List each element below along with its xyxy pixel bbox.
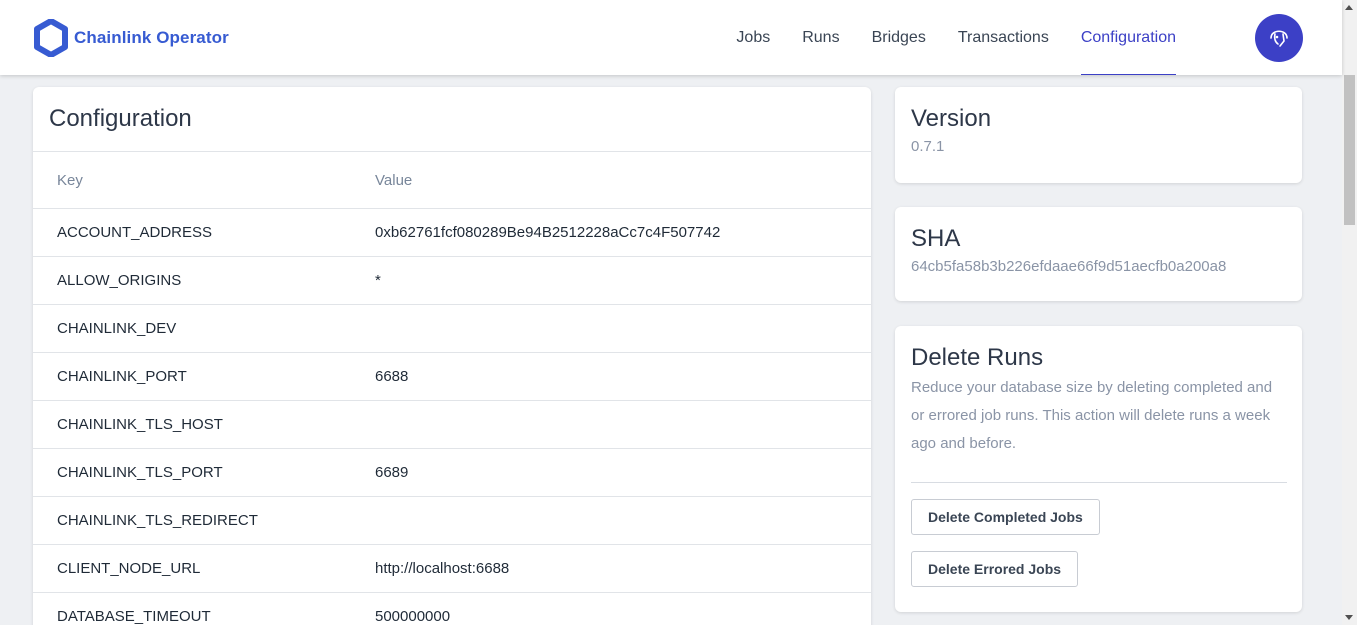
brand-name: Chainlink Operator (74, 28, 229, 47)
brand-logo-link[interactable]: Chainlink Operator (34, 19, 229, 57)
column-header-key: Key (57, 171, 83, 189)
page-scrollbar[interactable] (1342, 0, 1357, 625)
main-nav: Jobs Runs Bridges Transactions Configura… (736, 0, 1208, 75)
config-value: * (375, 272, 381, 289)
nav-jobs[interactable]: Jobs (736, 0, 770, 75)
config-key: CHAINLINK_TLS_REDIRECT (57, 512, 258, 529)
nav-transactions[interactable]: Transactions (958, 0, 1049, 75)
account-avatar-button[interactable] (1255, 14, 1303, 62)
chainlink-hexagon-icon (34, 19, 68, 57)
delete-completed-jobs-button[interactable]: Delete Completed Jobs (911, 499, 1100, 535)
table-row: CHAINLINK_PORT 6688 (33, 353, 871, 401)
version-value: 0.7.1 (911, 138, 945, 155)
table-row: CHAINLINK_TLS_REDIRECT (33, 497, 871, 545)
column-header-value: Value (375, 171, 413, 189)
config-key: CHAINLINK_TLS_PORT (57, 464, 223, 481)
table-row: CLIENT_NODE_URL http://localhost:6688 (33, 545, 871, 593)
table-row: DATABASE_TIMEOUT 500000000 (33, 593, 871, 625)
sha-title: SHA (911, 225, 961, 252)
version-card: Version 0.7.1 (895, 87, 1302, 183)
divider (911, 482, 1287, 483)
config-key: CHAINLINK_TLS_HOST (57, 416, 223, 433)
table-row: CHAINLINK_DEV (33, 305, 871, 353)
nav-configuration[interactable]: Configuration (1080, 0, 1177, 75)
config-value: 6688 (375, 368, 409, 385)
scroll-up-arrow-icon[interactable] (1345, 5, 1353, 10)
config-key: CHAINLINK_PORT (57, 368, 187, 385)
delete-errored-jobs-button[interactable]: Delete Errored Jobs (911, 551, 1079, 587)
config-key: CLIENT_NODE_URL (57, 560, 201, 577)
delete-runs-title: Delete Runs (911, 344, 1044, 371)
table-row: ACCOUNT_ADDRESS 0xb62761fcf080289Be94B25… (33, 209, 871, 257)
delete-runs-card: Delete Runs Reduce your database size by… (895, 326, 1302, 612)
config-key: CHAINLINK_DEV (57, 320, 177, 337)
table-row: CHAINLINK_TLS_PORT 6689 (33, 449, 871, 497)
nav-bridges[interactable]: Bridges (872, 0, 926, 75)
version-title: Version (911, 105, 992, 132)
config-value: 6689 (375, 464, 409, 481)
table-row: CHAINLINK_TLS_HOST (33, 401, 871, 449)
configuration-table: Key Value ACCOUNT_ADDRESS 0xb62761fcf080… (33, 151, 871, 625)
delete-runs-description: Reduce your database size by deleting co… (911, 379, 1273, 452)
configuration-title: Configuration (49, 105, 192, 132)
operator-avatar-icon (1270, 30, 1288, 47)
scroll-down-arrow-icon[interactable] (1345, 615, 1353, 620)
top-app-bar: Chainlink Operator Jobs Runs Bridges Tra… (0, 0, 1342, 75)
config-key: DATABASE_TIMEOUT (57, 608, 211, 625)
config-key: ACCOUNT_ADDRESS (57, 224, 213, 241)
nav-runs[interactable]: Runs (802, 0, 839, 75)
config-value: 500000000 (375, 608, 451, 625)
sha-card: SHA 64cb5fa58b3b226efdaae66f9d51aecfb0a2… (895, 207, 1302, 301)
scrollbar-thumb[interactable] (1344, 75, 1355, 225)
config-key: ALLOW_ORIGINS (57, 272, 182, 289)
config-value: http://localhost:6688 (375, 560, 510, 577)
configuration-card: Configuration Key Value ACCOUNT_ADDRESS … (33, 87, 871, 625)
sha-value: 64cb5fa58b3b226efdaae66f9d51aecfb0a200a8 (911, 258, 1227, 275)
table-row: ALLOW_ORIGINS * (33, 257, 871, 305)
config-value: 0xb62761fcf080289Be94B2512228aCc7c4F5077… (375, 224, 721, 241)
table-header-row: Key Value (33, 152, 871, 209)
